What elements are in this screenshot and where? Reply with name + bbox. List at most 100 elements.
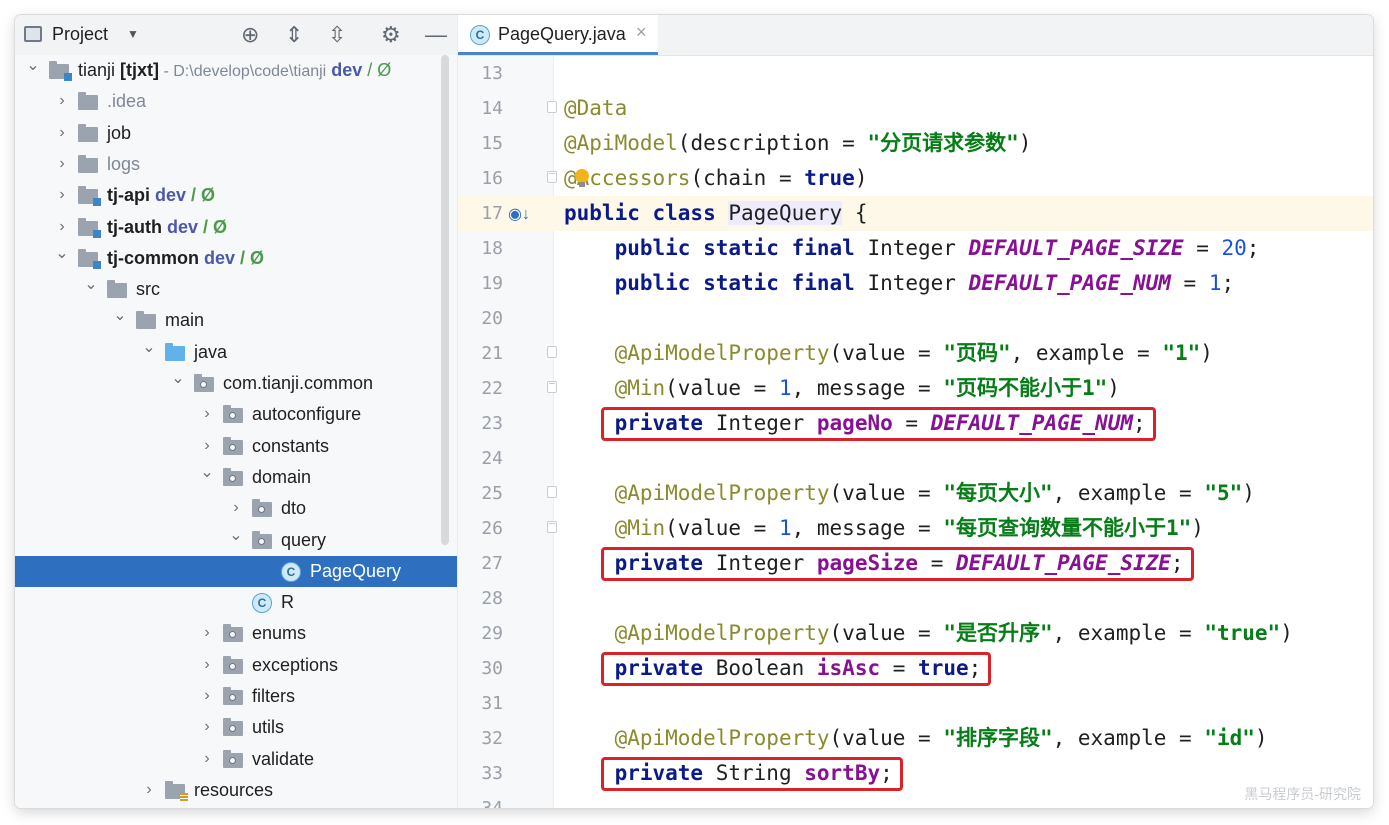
chevron-down-icon[interactable]: ⌄ [54,243,70,265]
tree-item[interactable]: ⌄ domain [15,462,457,493]
fold-marker-icon[interactable] [547,346,557,358]
tree-item[interactable]: › constants [15,431,457,462]
tree-item[interactable]: › dto [15,493,457,524]
code-token: = [1183,236,1222,260]
line-number[interactable]: 14 [458,91,503,126]
tree-item[interactable]: › logs [15,149,457,180]
line-number[interactable]: 22 [458,371,503,406]
code-token: ) [854,166,868,190]
code-token: @Min [614,516,666,540]
line-number[interactable]: 26 [458,511,503,546]
line-number[interactable]: 24 [458,441,503,476]
code-area[interactable]: 13 14 @Data 15 @ApiModel(description = "分页请求… [458,56,1373,808]
line-number[interactable]: 31 [458,686,503,721]
tree-item[interactable]: ⌄ tj-common dev / Ø [15,243,457,274]
line-number[interactable]: 21 [458,336,503,371]
chevron-right-icon[interactable]: › [141,779,157,801]
chevron-right-icon[interactable]: › [199,622,215,644]
tree-item[interactable]: ⌄ query [15,525,457,556]
tree-item[interactable]: › job [15,118,457,149]
line-number[interactable]: 30 [458,651,503,686]
code-token: (value = [665,376,779,400]
vcs-branch: dev [150,185,187,206]
chevron-right-icon[interactable]: › [228,497,244,519]
chevron-right-icon[interactable]: › [54,90,70,112]
chevron-down-icon[interactable]: ⌄ [141,337,157,359]
tree-item[interactable]: › exceptions [15,650,457,681]
implementation-marker-icon[interactable]: ◉↓ [508,204,530,224]
chevron-down-icon[interactable]: ⌄ [228,525,244,547]
project-view-icon [24,26,42,42]
chevron-right-icon[interactable]: › [199,748,215,770]
line-number[interactable]: 15 [458,126,503,161]
folder-icon [78,92,98,111]
fold-marker-icon[interactable] [547,521,557,533]
tree-item[interactable]: ⌄ tianji [tjxt] - D:\develop\code\tianji … [15,55,457,86]
line-number[interactable]: 28 [458,581,503,616]
chevron-down-icon[interactable]: ⌄ [170,368,186,390]
project-title[interactable]: Project [52,24,108,45]
chevron-down-icon[interactable]: ⌄ [112,305,128,327]
gear-icon[interactable]: ⚙ [381,22,401,48]
tree-item-label: enums [252,623,306,644]
tab-pagequery[interactable]: C PageQuery.java × [458,15,658,55]
tree-item[interactable]: CR [15,587,457,618]
fold-marker-icon[interactable] [547,171,557,183]
tree-item[interactable]: › tj-api dev / Ø [15,180,457,211]
line-number[interactable]: 29 [458,616,503,651]
folder-icon [136,311,156,330]
tree-item[interactable]: ⌄ main [15,305,457,336]
fold-marker-icon[interactable] [547,101,557,113]
line-number[interactable]: 27 [458,546,503,581]
chevron-right-icon[interactable]: › [54,184,70,206]
code-text: @ApiModelProperty(value = "每页大小", exampl… [564,476,1255,511]
code-text: @ApiModel(description = "分页请求参数") [564,126,1031,161]
line-number[interactable]: 16 [458,161,503,196]
chevron-right-icon[interactable]: › [199,403,215,425]
tree-item[interactable]: › filters [15,681,457,712]
chevron-right-icon[interactable]: › [199,685,215,707]
tree-item[interactable]: › utils [15,712,457,743]
chevron-right-icon[interactable]: › [54,122,70,144]
tree-item-label: query [281,530,326,551]
tree-item[interactable]: › autoconfigure [15,399,457,430]
fold-marker-icon[interactable] [547,486,557,498]
line-number[interactable]: 25 [458,476,503,511]
line-number[interactable]: 13 [458,56,503,91]
chevron-right-icon[interactable]: › [54,153,70,175]
tree-item[interactable]: C PageQuery [15,555,457,587]
line-number[interactable]: 23 [458,406,503,441]
tree-item[interactable]: › .idea [15,86,457,117]
line-number[interactable]: 33 [458,756,503,791]
chevron-right-icon[interactable]: › [199,654,215,676]
line-number[interactable]: 17 [458,196,503,231]
tree-item[interactable]: › enums [15,618,457,649]
chevron-down-icon[interactable]: ▼ [127,27,139,41]
tree-item[interactable]: › resources [15,775,457,806]
tree-item[interactable]: ⌄ com.tianji.common [15,368,457,399]
chevron-right-icon[interactable]: › [199,716,215,738]
tree-item[interactable]: ⌄ java [15,337,457,368]
tree-item-label: validate [252,749,314,770]
chevron-down-icon[interactable]: ⌄ [199,462,215,484]
close-icon[interactable]: × [636,22,647,43]
line-number[interactable]: 34 [458,791,503,808]
hide-panel-icon[interactable]: — [425,22,447,48]
tree-item[interactable]: › validate [15,744,457,775]
chevron-right-icon[interactable]: › [199,435,215,457]
tree-scrollbar[interactable] [441,55,449,545]
line-number[interactable]: 18 [458,231,503,266]
chevron-down-icon[interactable]: ⌄ [25,55,41,77]
line-number[interactable]: 32 [458,721,503,756]
collapse-all-icon[interactable]: ⇳ [328,22,346,48]
fold-marker-icon[interactable] [547,381,557,393]
tree-item[interactable]: ⌄ src [15,274,457,305]
line-number[interactable]: 19 [458,266,503,301]
tree-item[interactable]: › tj-auth dev / Ø [15,212,457,243]
chevron-right-icon[interactable]: › [54,216,70,238]
chevron-down-icon[interactable]: ⌄ [83,274,99,296]
line-number[interactable]: 20 [458,301,503,336]
locate-icon[interactable]: ⊕ [241,22,259,48]
intention-bulb-icon[interactable] [575,169,589,187]
expand-all-icon[interactable]: ⇕ [285,22,303,48]
